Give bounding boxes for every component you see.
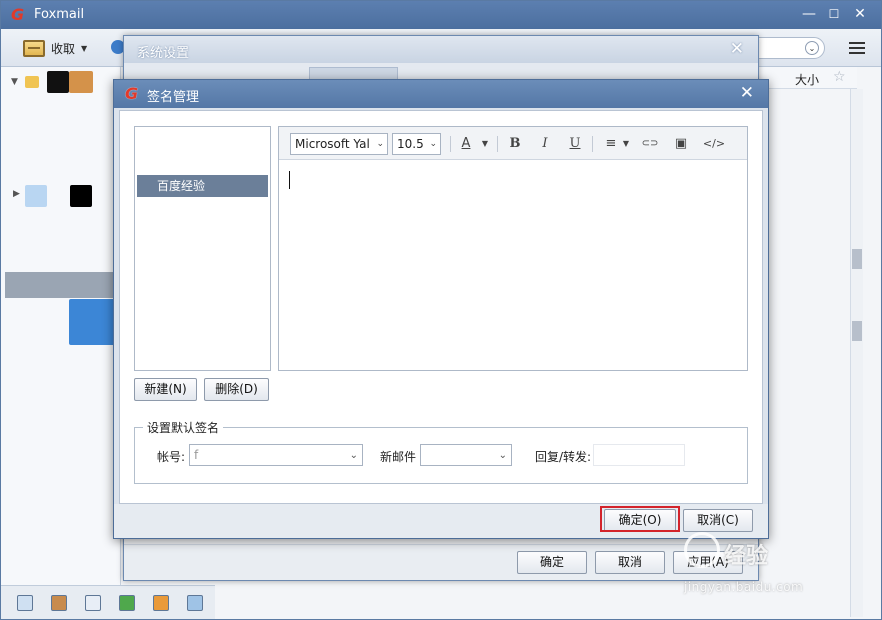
text-cursor — [289, 171, 290, 189]
chevron-down-icon: ⌄ — [498, 450, 507, 461]
account-avatar — [47, 71, 69, 93]
reply-signature-select[interactable] — [593, 444, 685, 466]
apps-icon[interactable] — [187, 595, 203, 611]
image-icon[interactable]: ▣ — [673, 135, 689, 153]
calendar-icon[interactable] — [85, 595, 101, 611]
reply-forward-label: 回复/转发: — [535, 450, 592, 464]
foxmail-logo-icon: G — [11, 5, 25, 24]
expand-arrow-icon[interactable]: ▼ — [11, 77, 18, 87]
default-signature-group: 设置默认签名 帐号: f ⌄ 新邮件 ⌄ 回复/转发: — [134, 419, 748, 484]
signature-list[interactable]: 百度经验 — [134, 126, 271, 371]
new-mail-label: 新邮件 — [380, 450, 417, 464]
notes-icon[interactable] — [119, 595, 135, 611]
account-select[interactable]: f ⌄ — [189, 444, 363, 466]
font-color-icon[interactable]: A — [459, 135, 473, 153]
toolbar-divider — [592, 136, 593, 152]
rss-icon[interactable] — [153, 595, 169, 611]
receive-label: 收取 — [51, 41, 76, 56]
list-item[interactable]: 百度经验 — [137, 175, 268, 197]
watermark: 经验 jingyan.baidu.com — [684, 530, 844, 600]
delete-signature-button[interactable]: 删除(D) — [204, 378, 269, 401]
system-settings-title-bar: 系统设置 ✕ — [124, 36, 758, 63]
folder-icon — [25, 76, 39, 88]
system-settings-title: 系统设置 — [137, 46, 190, 61]
new-mail-signature-select[interactable]: ⌄ — [420, 444, 512, 466]
message-list-scrollbar[interactable] — [850, 89, 863, 617]
chevron-down-icon: ⌄ — [429, 139, 437, 149]
signature-manager-title-bar: G 签名管理 ✕ — [114, 80, 768, 108]
maximize-button[interactable]: ☐ — [823, 4, 845, 24]
account-label: 帐号: — [157, 450, 186, 464]
chevron-down-icon: ⌄ — [376, 139, 384, 149]
account-avatar-2 — [69, 71, 93, 93]
color-dropdown-icon[interactable]: ▼ — [479, 135, 491, 153]
signature-manager-title: 签名管理 — [147, 90, 200, 105]
search-dropdown-icon[interactable]: ⌄ — [805, 41, 819, 55]
signature-manager-body: 百度经验 Microsoft Yal ⌄ 10.5 ⌄ A ▼ B I U ≡ … — [119, 110, 763, 504]
selected-folder-bar[interactable] — [5, 272, 120, 298]
inbox-icon — [23, 39, 45, 57]
font-family-value: Microsoft Yal — [295, 137, 370, 151]
bottom-navigation — [1, 585, 215, 619]
chevron-down-icon: ▼ — [81, 43, 88, 53]
menu-icon[interactable] — [849, 42, 865, 54]
foxmail-logo-icon: G — [125, 84, 139, 103]
account-avatar-4 — [70, 185, 92, 207]
close-icon[interactable]: ✕ — [740, 83, 754, 103]
italic-icon[interactable]: I — [537, 135, 553, 153]
watermark-url: jingyan.baidu.com — [684, 580, 804, 594]
bold-icon[interactable]: B — [507, 135, 523, 153]
star-icon[interactable]: ☆ — [833, 69, 846, 85]
folder-tree: ▼ ▶ — [1, 67, 121, 585]
mail-icon[interactable] — [17, 595, 33, 611]
system-settings-footer: 确定 取消 应用(A) — [124, 544, 758, 580]
signature-editor[interactable]: Microsoft Yal ⌄ 10.5 ⌄ A ▼ B I U ≡ ▼ ⊂⊃ … — [278, 126, 748, 371]
toolbar-divider — [497, 136, 498, 152]
account-avatar-5 — [69, 299, 119, 345]
close-button[interactable]: ✕ — [849, 4, 871, 24]
settings-ok-button[interactable]: 确定 — [517, 551, 587, 574]
source-code-icon[interactable]: </> — [701, 135, 727, 153]
size-column-header[interactable]: 大小 — [795, 71, 819, 88]
minimize-button[interactable]: — — [798, 4, 820, 24]
message-list-header: 大小 ☆ — [757, 67, 857, 89]
font-family-select[interactable]: Microsoft Yal ⌄ — [290, 133, 388, 155]
default-signature-legend: 设置默认签名 — [143, 419, 224, 436]
app-title: Foxmail — [34, 7, 85, 22]
toolbar-divider — [450, 136, 451, 152]
scroll-thumb[interactable] — [852, 249, 862, 269]
account-value: f — [194, 448, 199, 462]
font-size-select[interactable]: 10.5 ⌄ — [392, 133, 441, 155]
collapse-arrow-icon[interactable]: ▶ — [13, 189, 20, 199]
receive-button[interactable]: 收取 ▼ — [23, 38, 87, 58]
align-icon[interactable]: ≡ — [603, 135, 619, 153]
account-avatar-3 — [25, 185, 47, 207]
ok-button-highlight — [600, 506, 680, 532]
font-size-value: 10.5 — [397, 137, 424, 151]
signature-manager-dialog: G 签名管理 ✕ 百度经验 Microsoft Yal ⌄ 10.5 ⌄ A ▼ — [113, 79, 769, 539]
close-icon[interactable]: ✕ — [730, 39, 744, 59]
chevron-down-icon: ⌄ — [349, 450, 358, 461]
contacts-icon[interactable] — [51, 595, 67, 611]
align-dropdown-icon[interactable]: ▼ — [621, 135, 631, 153]
scroll-marker — [852, 321, 862, 341]
underline-icon[interactable]: U — [567, 135, 583, 153]
main-title-bar: G Foxmail — ☐ ✕ — [1, 1, 881, 29]
link-icon[interactable]: ⊂⊃ — [641, 135, 659, 153]
editor-toolbar: Microsoft Yal ⌄ 10.5 ⌄ A ▼ B I U ≡ ▼ ⊂⊃ … — [279, 127, 747, 160]
new-signature-button[interactable]: 新建(N) — [134, 378, 197, 401]
paw-logo-icon — [684, 532, 720, 568]
watermark-text: 经验 — [724, 544, 769, 569]
settings-cancel-button[interactable]: 取消 — [595, 551, 665, 574]
cancel-button[interactable]: 取消(C) — [683, 509, 753, 532]
